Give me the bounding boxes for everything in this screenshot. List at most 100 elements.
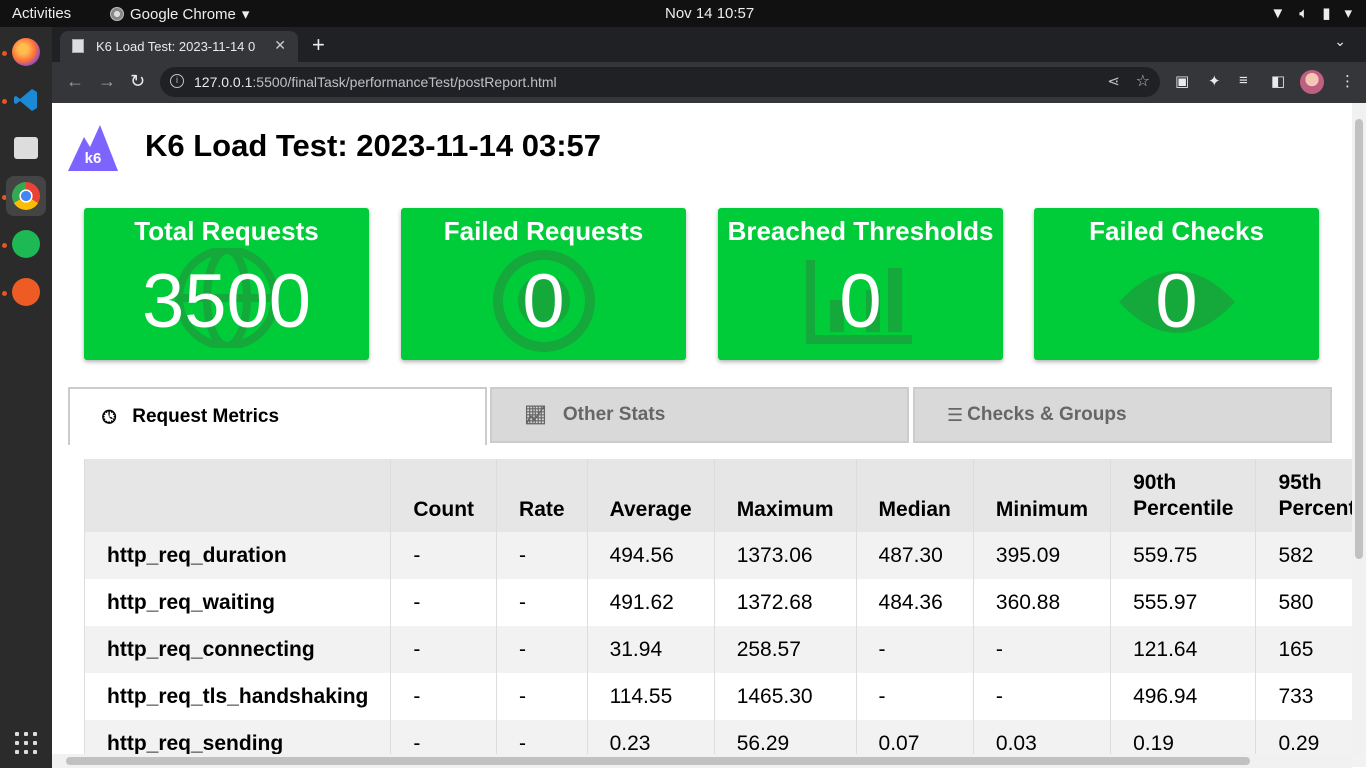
address-bar[interactable]: i 127.0.0.1:5500/finalTask/performanceTe… <box>160 67 1160 97</box>
column-header: Count <box>390 459 497 532</box>
table-row: http_req_waiting - -491.62 1372.68 484.36 360… <box>83 579 1366 626</box>
card-label: Breached Thresholds <box>727 216 994 246</box>
system-tray[interactable]: ▼ 🔈︎ ▮ ▾ <box>1270 4 1352 23</box>
side-panel-icon[interactable]: ◧ <box>1271 72 1285 90</box>
spotify-launcher[interactable] <box>6 224 46 264</box>
vscode-icon <box>14 89 37 111</box>
scrollbar-thumb[interactable] <box>66 757 1250 765</box>
chevron-down-icon: ▾ <box>241 6 250 23</box>
browser-toolbar: ← → ↻ i 127.0.0.1:5500/finalTask/perform… <box>52 62 1366 103</box>
metric-value: - <box>496 579 588 626</box>
metric-value: 559.75 <box>1110 532 1256 579</box>
metric-value: 496.94 <box>1110 673 1256 720</box>
vscode-launcher[interactable] <box>6 80 46 120</box>
column-header: Minimum <box>972 459 1111 532</box>
column-header <box>83 459 391 532</box>
column-header: 90th Percentile <box>1110 459 1256 532</box>
files-icon <box>14 137 38 159</box>
table-header-row: Count Rate Average Maximum Median Minimu… <box>83 459 1366 532</box>
bookmark-star-icon[interactable]: ☆ <box>1136 71 1150 91</box>
metric-value: 114.55 <box>586 673 715 720</box>
card-value: 3500 <box>141 259 312 344</box>
show-apps-icon[interactable] <box>15 732 37 754</box>
column-header: Rate <box>496 459 588 532</box>
metric-value: - <box>972 673 1111 720</box>
postman-icon <box>12 278 40 306</box>
card-value: 0 <box>1155 259 1198 344</box>
firefox-launcher[interactable] <box>6 32 46 72</box>
metric-value: 165 <box>1255 626 1366 673</box>
close-tab-icon[interactable]: ✕ <box>274 37 286 54</box>
extensions-icon[interactable]: ✦ <box>1208 72 1221 90</box>
clock[interactable]: Nov 14 10:57 <box>665 5 754 22</box>
metric-value: - <box>390 626 497 673</box>
url-text: 127.0.0.1:5500/finalTask/performanceTest… <box>194 74 557 90</box>
card-label: Failed Checks <box>1089 216 1264 246</box>
metric-value: 121.64 <box>1110 626 1256 673</box>
metric-value: - <box>390 532 497 579</box>
scrollbar-thumb[interactable] <box>1355 119 1363 559</box>
media-queue-icon[interactable]: ≡ <box>1239 72 1248 89</box>
tab-label: Other Stats <box>562 404 666 425</box>
tab-request-metrics[interactable]: 🕓︎ Request Metrics <box>68 387 487 445</box>
postman-launcher[interactable] <box>6 272 46 312</box>
back-icon[interactable]: ← <box>66 71 84 92</box>
column-header: Median <box>855 459 974 532</box>
files-launcher[interactable] <box>6 128 46 168</box>
metric-name: http_req_duration <box>83 532 391 579</box>
app-menu[interactable]: Google Chrome ▾ <box>110 5 249 23</box>
total-requests-card: Total Requests 3500 <box>84 208 369 360</box>
firefox-icon <box>12 38 40 66</box>
column-header: Maximum <box>713 459 857 532</box>
metric-value: - <box>390 579 497 626</box>
tab-other-stats[interactable]: 📈︎ Other Stats <box>490 387 909 443</box>
table-row: http_req_tls_handshaking - -114.55 1465.30-… <box>83 673 1366 720</box>
tab-strip: K6 Load Test: 2023-11-14 0 ✕ + ⌄ <box>52 27 1366 62</box>
tab-checks-groups[interactable]: ☰ Checks & Groups <box>913 387 1332 443</box>
card-value: 0 <box>839 259 882 344</box>
clock-icon: 🕓︎ <box>102 406 117 427</box>
table-body: http_req_duration - -494.56 1373.06 487.30 39… <box>83 532 1366 767</box>
page-title: K6 Load Test: 2023-11-14 03:57 <box>145 128 602 163</box>
forward-icon[interactable]: → <box>98 71 116 92</box>
tab-label: Request Metrics <box>132 406 280 427</box>
breached-thresholds-card: Breached Thresholds 0 <box>718 208 1003 360</box>
metric-value: - <box>496 532 588 579</box>
metric-value: 360.88 <box>972 579 1111 626</box>
more-menu-icon[interactable]: ⋮ <box>1340 72 1355 90</box>
page-viewport: k6 K6 Load Test: 2023-11-14 03:57 Total … <box>52 103 1366 768</box>
screen-cast-icon[interactable]: ▣ <box>1175 72 1189 90</box>
metric-value: - <box>972 626 1111 673</box>
table-row: http_req_duration - -494.56 1373.06 487.30 39… <box>83 532 1366 579</box>
column-header: 95th Percentile <box>1255 459 1366 532</box>
profile-avatar[interactable] <box>1300 70 1324 94</box>
metric-value: 1373.06 <box>713 532 857 579</box>
chrome-launcher[interactable] <box>6 176 46 216</box>
card-label: Total Requests <box>134 216 319 246</box>
site-info-icon[interactable]: i <box>170 74 184 88</box>
metric-value: 484.36 <box>855 579 974 626</box>
tab-search-icon[interactable]: ⌄ <box>1334 33 1346 50</box>
dock <box>0 27 52 768</box>
vertical-scrollbar[interactable] <box>1352 103 1366 754</box>
chevron-down-icon: ▾ <box>1344 5 1352 22</box>
metric-value: 580 <box>1255 579 1366 626</box>
activities-button[interactable]: Activities <box>12 5 71 22</box>
metric-value: 1372.68 <box>713 579 857 626</box>
metric-value: 1465.30 <box>713 673 857 720</box>
metric-value: 487.30 <box>855 532 974 579</box>
spotify-icon <box>12 230 40 258</box>
metric-value: - <box>496 673 588 720</box>
metric-value: 582 <box>1255 532 1366 579</box>
reload-icon[interactable]: ↻ <box>130 71 145 92</box>
k6-logo: k6 <box>68 125 118 171</box>
share-icon[interactable]: ⋖ <box>1107 72 1120 90</box>
horizontal-scrollbar[interactable] <box>52 754 1352 768</box>
battery-icon: ▮ <box>1322 5 1331 22</box>
browser-tab[interactable]: K6 Load Test: 2023-11-14 0 ✕ <box>60 31 298 62</box>
failed-requests-card: Failed Requests 0 <box>401 208 686 360</box>
failed-checks-card: Failed Checks 0 <box>1034 208 1319 360</box>
new-tab-button[interactable]: + <box>312 32 325 58</box>
metric-value: 491.62 <box>586 579 715 626</box>
metric-value: 31.94 <box>586 626 715 673</box>
